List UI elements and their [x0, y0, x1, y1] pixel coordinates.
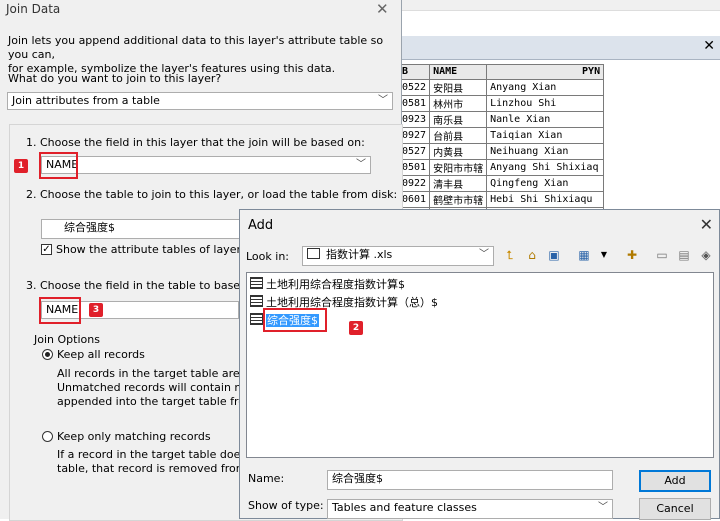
table-cell: 安阳县 [429, 78, 488, 96]
column-header[interactable]: B [397, 64, 431, 80]
chevron-down-icon[interactable]: ▼ [596, 247, 612, 263]
table-cell: Linzhou Shi [486, 94, 605, 112]
table-titlebar [402, 36, 720, 60]
table-cell: 0923 [397, 110, 431, 128]
table-row[interactable]: 0522 安阳县 Anyang Xian [397, 78, 605, 96]
table-row[interactable]: 0501 安阳市市辖 Anyang Shi Shixiaq [397, 158, 605, 176]
layer-field-select[interactable]: NAME ﹀ [41, 156, 371, 174]
keep-matching-label: Keep only matching records [57, 430, 211, 443]
table-cell: 0922 [397, 174, 431, 192]
show-tables-label: Show the attribute tables of layers in t [56, 243, 269, 256]
highlight-box [39, 152, 78, 179]
new-folder-icon[interactable]: ✚ [624, 247, 640, 263]
toolbox-icon[interactable]: ◈ [698, 247, 714, 263]
catalog-icon[interactable]: ▭ [654, 247, 670, 263]
table-row[interactable]: 0923 南乐县 Nanle Xian [397, 110, 605, 128]
table-cell: Nanle Xian [486, 110, 605, 128]
step2-label: 2. Choose the table to join to this laye… [26, 188, 398, 201]
table-row[interactable]: 0527 内黄县 Neihuang Xian [397, 142, 605, 160]
close-icon[interactable]: ✕ [703, 38, 715, 54]
table-row[interactable]: 0581 林州市 Linzhou Shi [397, 94, 605, 112]
table-row[interactable]: 0927 台前县 Taiqian Xian [397, 126, 605, 144]
table-cell: 0527 [397, 142, 431, 160]
file-list[interactable]: 土地利用综合程度指数计算$ 土地利用综合程度指数计算（总）$ 综合强度$ [246, 272, 714, 458]
keep-all-radio[interactable] [42, 349, 53, 360]
table-icon [250, 295, 263, 307]
close-icon[interactable]: ✕ [376, 0, 389, 18]
table-cell: 安阳市市辖 [429, 158, 488, 176]
table-cell: 内黄县 [429, 142, 488, 160]
table-cell: Neihuang Xian [486, 142, 605, 160]
chevron-down-icon: ﹀ [479, 249, 489, 260]
type-select[interactable]: Tables and feature classes ﹀ [327, 499, 613, 519]
step1-label: 1. Choose the field in this layer that t… [26, 136, 365, 149]
list-view-icon[interactable]: ▦ [576, 247, 592, 263]
table-cell: 0581 [397, 94, 431, 112]
add-dialog: Add ✕ Look in: 指数计算 .xls ﹀ ⮤ ⌂ ▣ ▦ ▼ ✚ ▭… [239, 209, 720, 520]
table-cell: 台前县 [429, 126, 488, 144]
chevron-down-icon: ﹀ [378, 95, 388, 106]
join-table-select[interactable]: 综合强度$ [41, 219, 241, 239]
list-item[interactable]: 土地利用综合程度指数计算$ [250, 277, 405, 293]
keep-matching-radio[interactable] [42, 431, 53, 442]
database-icon[interactable]: ▤ [676, 247, 692, 263]
table-row[interactable]: 0601 鹤壁市市辖 Hebi Shi Shixiaqu [397, 190, 605, 208]
close-icon[interactable]: ✕ [700, 215, 713, 234]
window-top-strip [402, 0, 720, 11]
table-cell: Hebi Shi Shixiaqu [486, 190, 605, 208]
description: Join lets you append additional data to … [8, 34, 384, 75]
step-badge: 3 [89, 303, 103, 317]
look-in-select[interactable]: 指数计算 .xls ﹀ [302, 246, 494, 266]
attribute-table: B NAME PYN 0522 安阳县 Anyang Xian 0581 林州市 Linzho… [397, 64, 605, 224]
table-cell: Anyang Shi Shixiaq [486, 158, 605, 176]
step-badge: 2 [349, 321, 363, 335]
table-cell: 林州市 [429, 94, 488, 112]
table-cell: 0522 [397, 78, 431, 96]
table-cell: 0601 [397, 190, 431, 208]
chevron-down-icon: ﹀ [598, 502, 608, 513]
table-icon [250, 313, 263, 325]
folder-icon [307, 248, 320, 259]
table-cell: 0501 [397, 158, 431, 176]
table-cell: Anyang Xian [486, 78, 605, 96]
table-cell: Taiqian Xian [486, 126, 605, 144]
dialog-title: Join Data [6, 2, 61, 16]
keep-all-label: Keep all records [57, 348, 145, 361]
look-in-label: Look in: [246, 250, 289, 263]
column-header[interactable]: PYN [486, 64, 605, 80]
table-cell: Qingfeng Xian [486, 174, 605, 192]
table-row[interactable]: 0922 清丰县 Qingfeng Xian [397, 174, 605, 192]
show-tables-checkbox[interactable]: ✓ [41, 244, 52, 255]
add-button[interactable]: Add [639, 470, 711, 492]
chevron-down-icon: ﹀ [356, 159, 366, 170]
step3-label: 3. Choose the field in the table to base… [26, 279, 275, 292]
up-folder-icon[interactable]: ⮤ [502, 247, 518, 263]
name-label: Name: [248, 472, 285, 485]
type-label: Show of type: [248, 499, 324, 512]
table-cell: 0927 [397, 126, 431, 144]
home-icon[interactable]: ⌂ [524, 247, 540, 263]
dialog-title: Add [248, 218, 274, 233]
table-cell: 鹤壁市市辖 [429, 190, 488, 208]
name-input[interactable]: 综合强度$ [327, 470, 613, 490]
column-header[interactable]: NAME [429, 64, 488, 80]
highlight-box [263, 308, 327, 332]
join-question: What do you want to join to this layer? [8, 72, 222, 85]
highlight-box [39, 297, 81, 324]
connect-folder-icon[interactable]: ▣ [546, 247, 562, 263]
table-cell: 南乐县 [429, 110, 488, 128]
table-icon [250, 277, 263, 289]
table-cell: 清丰县 [429, 174, 488, 192]
step-badge: 1 [14, 159, 28, 173]
join-options-title: Join Options [34, 333, 100, 346]
cancel-button[interactable]: Cancel [639, 498, 711, 520]
join-type-select[interactable]: Join attributes from a table ﹀ [7, 92, 393, 110]
